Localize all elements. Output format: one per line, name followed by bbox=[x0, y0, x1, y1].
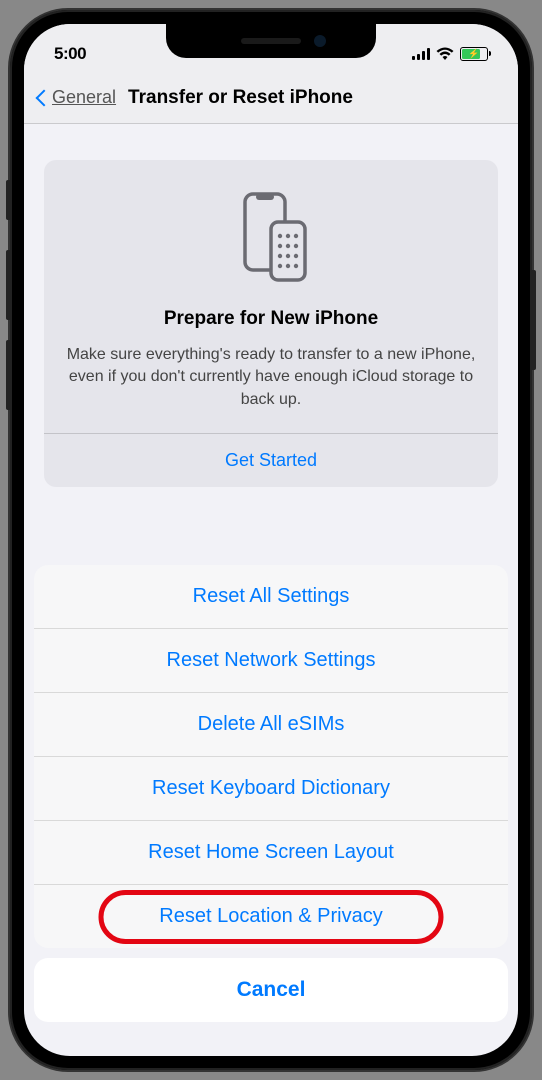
action-sheet-container: Reset All Settings Reset Network Setting… bbox=[24, 565, 518, 1056]
power-button bbox=[532, 270, 536, 370]
wifi-icon bbox=[436, 47, 454, 61]
status-time: 5:00 bbox=[54, 44, 86, 64]
page-title: Transfer or Reset iPhone bbox=[128, 87, 353, 109]
phone-frame: 5:00 ⚡ General Transfer or Reset iPhone bbox=[10, 10, 532, 1070]
highlight-annotation bbox=[99, 890, 444, 944]
action-reset-home-screen-layout[interactable]: Reset Home Screen Layout bbox=[34, 821, 508, 885]
prepare-card: Prepare for New iPhone Make sure everyth… bbox=[44, 160, 498, 487]
action-reset-all-settings[interactable]: Reset All Settings bbox=[34, 565, 508, 629]
nav-header: General Transfer or Reset iPhone bbox=[24, 72, 518, 124]
screen: 5:00 ⚡ General Transfer or Reset iPhone bbox=[24, 24, 518, 1056]
signal-icon bbox=[412, 48, 430, 60]
action-reset-network-settings[interactable]: Reset Network Settings bbox=[34, 629, 508, 693]
volume-down-button bbox=[6, 340, 10, 410]
back-button[interactable]: General bbox=[36, 87, 116, 108]
action-sheet: Reset All Settings Reset Network Setting… bbox=[34, 565, 508, 948]
mute-switch bbox=[6, 180, 10, 220]
action-delete-all-esims[interactable]: Delete All eSIMs bbox=[34, 693, 508, 757]
prepare-title: Prepare for New iPhone bbox=[66, 308, 476, 330]
chevron-left-icon bbox=[36, 88, 48, 108]
cancel-button[interactable]: Cancel bbox=[34, 958, 508, 1022]
back-label: General bbox=[52, 87, 116, 108]
status-icons: ⚡ bbox=[412, 47, 488, 61]
notch bbox=[166, 24, 376, 58]
content-area: Prepare for New iPhone Make sure everyth… bbox=[24, 124, 518, 487]
volume-up-button bbox=[6, 250, 10, 320]
prepare-description: Make sure everything's ready to transfer… bbox=[66, 344, 476, 411]
action-reset-location-privacy[interactable]: Reset Location & Privacy bbox=[34, 885, 508, 948]
action-reset-keyboard-dictionary[interactable]: Reset Keyboard Dictionary bbox=[34, 757, 508, 821]
battery-icon: ⚡ bbox=[460, 47, 488, 61]
devices-icon bbox=[66, 188, 476, 288]
get-started-button[interactable]: Get Started bbox=[44, 434, 498, 487]
